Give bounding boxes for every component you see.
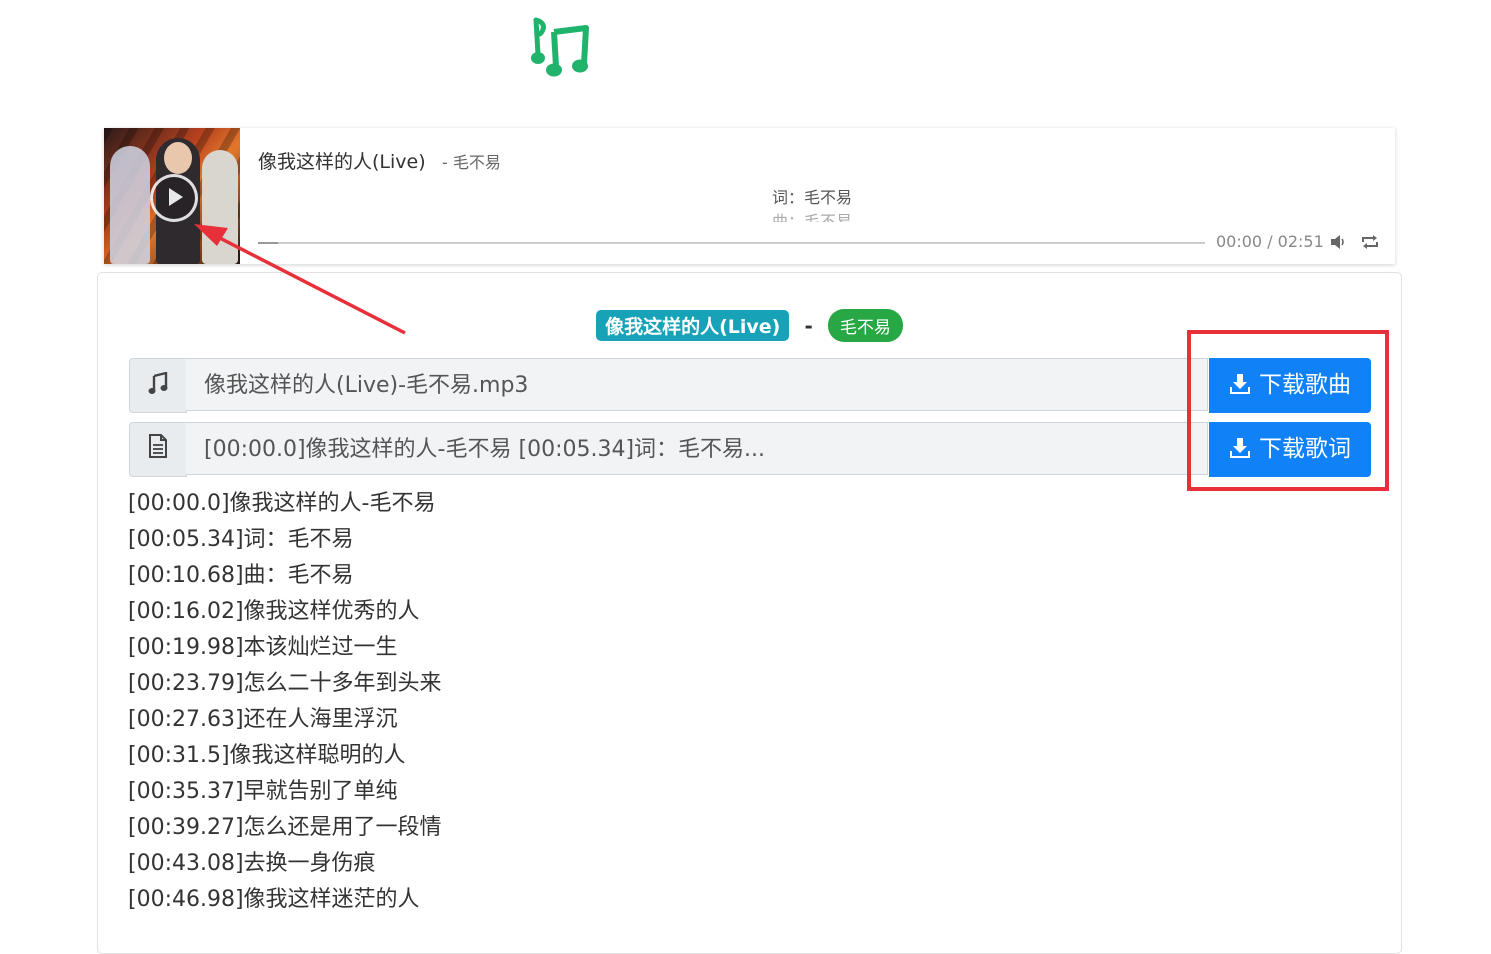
lyric-line: [00:19.98]本该灿烂过一生 [128,635,398,660]
song-addon [129,358,187,413]
cover-figure [110,146,150,264]
lyric-preview-field[interactable]: [00:00.0]像我这样的人-毛不易 [00:05.34]词：毛不易... [186,422,1208,475]
player-time: 00:00 / 02:51 [1216,232,1324,251]
lyrics-list: [00:00.0]像我这样的人-毛不易 [00:05.34]词：毛不易 [00:… [128,486,442,918]
cover-figure [202,150,238,264]
lyric-addon [129,422,187,477]
artist-badge: 毛不易 [827,309,903,342]
lyric-line: [00:23.79]怎么二十多年到头来 [128,671,442,696]
lyric-line: [00:10.68]曲：毛不易 [128,563,354,588]
lyric-line: [00:27.63]还在人海里浮沉 [128,707,398,732]
lyric-line: [00:46.98]像我这样迷茫的人 [128,887,420,912]
play-icon[interactable] [150,174,198,222]
lyric-line: [00:43.08]去换一身伤痕 [128,851,376,876]
music-notes-icon [531,17,589,77]
lyric-line: [00:31.5]像我这样聪明的人 [128,743,406,768]
lyric-download-row: [00:00.0]像我这样的人-毛不易 [00:05.34]词：毛不易... 下… [129,422,1372,477]
lyric-line: [00:35.37]早就告别了单纯 [128,779,398,804]
player-lyric-current: 词：毛不易 [772,188,853,207]
highlight-box [1187,330,1389,491]
song-download-row: 像我这样的人(Live)-毛不易.mp3 下载歌曲 [129,358,1372,413]
player-lyric-next: 曲：毛不易 [772,212,853,222]
player-song-title: 像我这样的人(Live) [258,151,426,173]
album-cover[interactable] [104,128,240,264]
song-filename-field[interactable]: 像我这样的人(Live)-毛不易.mp3 [186,358,1208,411]
audio-player: 像我这样的人(Live) - 毛不易 词：毛不易 曲：毛不易 00:00 / 0… [104,128,1395,264]
cover-figure-face [164,142,192,174]
progress-played [258,242,278,244]
progress-bar[interactable] [258,242,1205,244]
lyric-line: [00:00.0]像我这样的人-毛不易 [128,491,436,516]
lyric-line: [00:16.02]像我这样优秀的人 [128,599,420,624]
document-icon [149,434,167,458]
loop-icon[interactable] [1361,234,1379,250]
volume-icon[interactable] [1330,234,1348,250]
music-note-icon [148,372,168,394]
tag-separator: - [804,313,813,338]
lyric-line: [00:05.34]词：毛不易 [128,527,354,552]
player-song-artist: - 毛不易 [442,153,501,172]
title-badge: 像我这样的人(Live) [596,310,790,341]
lyric-line: [00:39.27]怎么还是用了一段情 [128,815,442,840]
